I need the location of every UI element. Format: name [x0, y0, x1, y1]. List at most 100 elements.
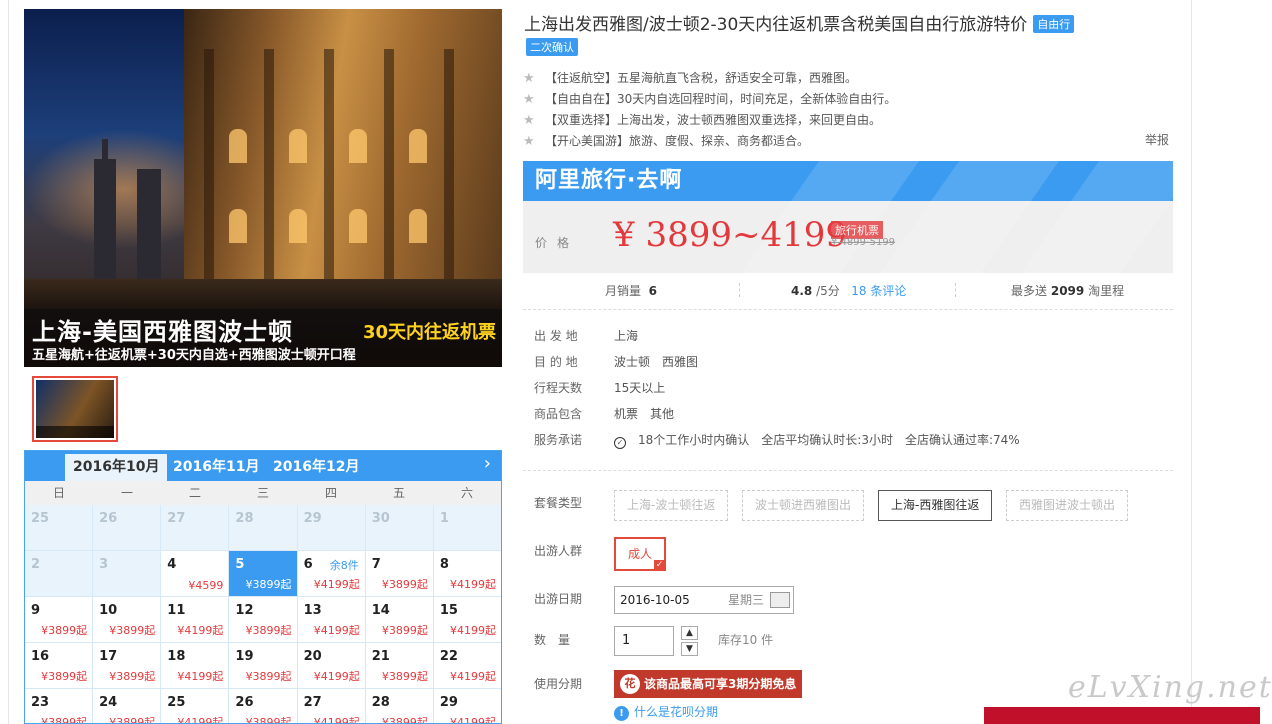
price-label: 价格 — [535, 236, 580, 250]
installment-button[interactable]: 花 该商品最高可享3期分期免息 — [614, 670, 802, 698]
calendar-day[interactable]: 19 ¥3899起 — [229, 643, 297, 688]
travel-weekday: 星期三 — [728, 593, 765, 607]
hero-highlight: 30天内往返机票 — [362, 322, 496, 343]
calendar-day: 2 — [25, 551, 93, 596]
calendar-icon[interactable] — [770, 592, 790, 608]
calendar-day-number: 25 — [31, 511, 50, 526]
calendar-day-price: ¥3899起 — [381, 578, 428, 591]
feature-item: ★ 【往返航空】五星海航直飞含税，舒适安全可靠，西雅图。 — [523, 68, 1173, 89]
calendar-day[interactable]: 18 ¥4199起 — [161, 643, 229, 688]
month-tab-dec[interactable]: 2016年12月 — [265, 454, 367, 481]
feature-item: ★ 【自由自在】30天内自选回程时间，时间充足，全新体验自由行。 — [523, 89, 1173, 110]
calendar-day[interactable]: 8 ¥4199起 — [433, 551, 501, 596]
info-row-departure: 出 发 地 上海 — [534, 329, 639, 343]
calendar-day[interactable]: 29 ¥4199起 — [433, 689, 501, 724]
calendar-day-price: ¥3899起 — [381, 624, 428, 637]
calendar-day-number: 14 — [371, 603, 390, 618]
watermark: eLvXing.net — [1068, 670, 1272, 705]
calendar-day[interactable]: 13 ¥4199起 — [297, 597, 365, 642]
package-option[interactable]: 西雅图进波士顿出 — [1006, 490, 1129, 521]
calendar-day-number: 3 — [99, 557, 109, 572]
calendar-day[interactable]: 6 ¥4199起 余8件 — [297, 551, 365, 596]
calendar-day[interactable]: 24 ¥3899起 — [93, 689, 161, 723]
calendar-day[interactable]: 21 ¥3899起 — [365, 643, 433, 688]
calendar-day[interactable]: 22 ¥4199起 — [433, 643, 501, 688]
calendar-day-price: ¥4199起 — [177, 670, 224, 683]
calendar-day[interactable]: 14 ¥3899起 — [365, 597, 433, 642]
calendar-day[interactable]: 20 ¥4199起 — [297, 643, 365, 688]
calendar-day[interactable]: 27 ¥4199起 — [297, 689, 365, 723]
month-tab-nov[interactable]: 2016年11月 — [165, 454, 267, 481]
info-row-service: 服务承诺 ✓ 18个工作小时内确认 全店平均确认时长:3小时 全店确认通过率:74% — [534, 433, 1020, 449]
info-icon: ! — [614, 706, 629, 721]
calendar-day[interactable]: 11 ¥4199起 — [161, 597, 229, 642]
weekday-label: 五 — [392, 486, 405, 500]
rating: 4.8 /5分 18 条评论 — [791, 284, 907, 298]
calendar-day-price: ¥4199起 — [313, 578, 360, 591]
calendar-day-number: 10 — [99, 603, 118, 618]
calendar-day[interactable]: 12 ¥3899起 — [229, 597, 297, 642]
calendar-day[interactable]: 9 ¥3899起 — [25, 597, 93, 642]
calendar-day[interactable]: 15 ¥4199起 — [433, 597, 501, 642]
traveler-adult-option[interactable]: 成人 — [614, 537, 666, 571]
calendar-day[interactable]: 10 ¥3899起 — [93, 597, 161, 642]
calendar-day-number: 26 — [235, 695, 254, 710]
calendar-day-number: 29 — [439, 695, 458, 710]
travel-date-value: 2016-10-05 — [620, 593, 690, 607]
calendar-day[interactable]: 7 ¥3899起 — [365, 551, 433, 596]
calendar-day-price: ¥4199起 — [450, 578, 496, 591]
chevron-up-icon[interactable]: ▲ — [681, 626, 698, 640]
report-link[interactable]: 举报 — [1145, 131, 1169, 148]
chevron-down-icon[interactable]: ▼ — [681, 642, 698, 656]
travel-date-input[interactable]: 2016-10-05 星期三 — [614, 586, 794, 614]
package-option[interactable]: 上海-波士顿往返 — [614, 490, 729, 521]
calendar-day-price: ¥4199起 — [450, 716, 496, 724]
product-main-image[interactable]: 上海-美国西雅图波士顿 30天内往返机票 五星海航+往返机票+30天内自选+西雅… — [24, 9, 502, 367]
weekday-label: 日 — [52, 486, 65, 500]
product-title: 上海出发西雅图/波士顿2-30天内往返机票含税美国自由行旅游特价 自由行 — [524, 10, 1075, 35]
calendar-day-price: ¥4199起 — [177, 624, 224, 637]
calendar-day-price: ¥3899起 — [245, 716, 292, 724]
calendar-day[interactable]: 4 ¥4599 — [161, 551, 229, 596]
calendar-day: 26 — [93, 505, 161, 550]
calendar-day[interactable]: 16 ¥3899起 — [25, 643, 93, 688]
calendar-day-price: ¥4199起 — [313, 624, 360, 637]
weekday-label: 三 — [256, 486, 269, 500]
calendar-day-number: 16 — [31, 649, 50, 664]
calendar-day-number: 12 — [235, 603, 254, 618]
page-frame-right — [1191, 0, 1192, 724]
calendar-day: 29 — [297, 505, 365, 550]
weekday-label: 六 — [460, 486, 473, 500]
calendar-day-number: 18 — [167, 649, 186, 664]
star-icon: ★ — [523, 71, 535, 86]
chevron-right-icon[interactable]: › — [484, 453, 491, 474]
installment-help-link[interactable]: ! 什么是花呗分期 — [614, 703, 718, 721]
hero-subline: 五星海航+往返机票+30天内自选+西雅图波士顿开口程 — [32, 348, 356, 363]
calendar-day-number: 11 — [167, 603, 186, 618]
quantity-label: 数 量 — [534, 633, 571, 647]
quantity-input[interactable]: 1 — [614, 626, 674, 656]
calendar-day-selected[interactable]: 5 ¥3899起 — [229, 551, 297, 596]
calendar-day-price: ¥3899起 — [41, 624, 88, 637]
calendar-day[interactable]: 25 ¥4199起 — [161, 689, 229, 723]
calendar-day-price: ¥4599 — [188, 579, 224, 592]
info-row-destination: 目 的 地 波士顿 西雅图 — [534, 355, 699, 369]
stats-bar: 月销量 6 4.8 /5分 18 条评论 最多送 2099 淘里程 — [523, 276, 1173, 310]
package-option[interactable]: 波士顿进西雅图出 — [742, 490, 865, 521]
month-tab-oct[interactable]: 2016年10月 — [65, 454, 168, 481]
image-thumbnail[interactable] — [32, 376, 118, 442]
calendar-day-number: 4 — [167, 557, 177, 572]
calendar-day[interactable]: 26 ¥3899起 — [229, 689, 297, 724]
star-icon: ★ — [523, 134, 535, 149]
package-option-selected[interactable]: 上海-西雅图往返 — [878, 490, 993, 521]
calendar-day[interactable]: 17 ¥3899起 — [93, 643, 161, 688]
reviews-link[interactable]: 18 条评论 — [851, 284, 906, 298]
price-value: ¥ 3899~4199 — [613, 215, 847, 255]
second-confirm-badge: 二次确认 — [526, 38, 578, 56]
calendar-day[interactable]: 23 ¥3899起 — [25, 689, 93, 723]
star-icon: ★ — [523, 92, 535, 107]
calendar-day[interactable]: 28 ¥3899起 — [365, 689, 433, 723]
calendar-day: 25 — [25, 505, 93, 550]
original-price: ¥ 4899-5199 — [831, 237, 896, 248]
date-label: 出游日期 — [534, 592, 583, 606]
